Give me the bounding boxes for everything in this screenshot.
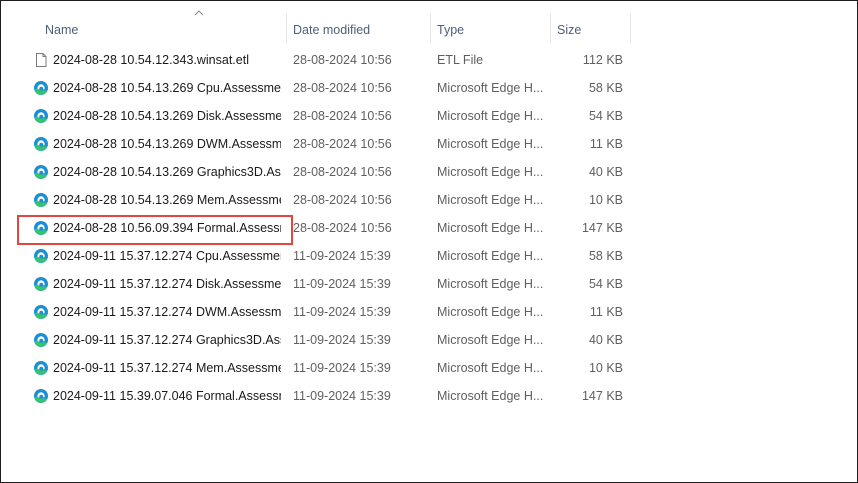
file-size: 54 KB bbox=[588, 277, 623, 291]
column-header-size[interactable]: Size bbox=[551, 1, 631, 43]
edge-icon bbox=[34, 361, 48, 375]
file-date-modified: 11-09-2024 15:39 bbox=[293, 333, 391, 347]
file-type: Microsoft Edge H... bbox=[437, 193, 544, 207]
file-name: 2024-08-28 10.54.13.269 Mem.Assessmen... bbox=[53, 193, 281, 207]
file-name: 2024-08-28 10.54.13.269 Cpu.Assessment .… bbox=[53, 81, 281, 95]
file-date-modified: 11-09-2024 15:39 bbox=[293, 361, 391, 375]
file-size: 147 KB bbox=[581, 389, 623, 403]
file-date-modified: 11-09-2024 15:39 bbox=[293, 389, 391, 403]
column-header-row: Name Date modified Type Size bbox=[1, 1, 631, 43]
file-name: 2024-08-28 10.54.12.343.winsat.etl bbox=[53, 53, 249, 67]
file-row[interactable]: 2024-09-11 15.37.12.274 Disk.Assessment … bbox=[1, 270, 631, 298]
column-header-name[interactable]: Name bbox=[39, 1, 287, 43]
column-header-type[interactable]: Type bbox=[431, 1, 551, 43]
file-type: Microsoft Edge H... bbox=[437, 165, 544, 179]
file-size: 40 KB bbox=[588, 165, 623, 179]
file-size: 58 KB bbox=[588, 81, 623, 95]
file-name: 2024-09-11 15.37.12.274 DWM.Assessme... bbox=[53, 305, 281, 319]
file-name: 2024-09-11 15.37.12.274 Graphics3D.Asse.… bbox=[53, 333, 281, 347]
file-row[interactable]: 2024-08-28 10.54.13.269 Graphics3D.Asse.… bbox=[1, 158, 631, 186]
file-size: 54 KB bbox=[588, 109, 623, 123]
file-type: Microsoft Edge H... bbox=[437, 221, 544, 235]
file-name: 2024-09-11 15.37.12.274 Mem.Assessmen... bbox=[53, 361, 281, 375]
column-header-date-modified[interactable]: Date modified bbox=[287, 1, 431, 43]
file-date-modified: 28-08-2024 10:56 bbox=[293, 53, 392, 67]
file-date-modified: 28-08-2024 10:56 bbox=[293, 193, 392, 207]
file-size: 11 KB bbox=[589, 305, 623, 319]
file-date-modified: 28-08-2024 10:56 bbox=[293, 165, 392, 179]
edge-icon bbox=[34, 333, 48, 347]
file-type: Microsoft Edge H... bbox=[437, 277, 544, 291]
file-size: 112 KB bbox=[582, 53, 623, 67]
file-date-modified: 11-09-2024 15:39 bbox=[293, 277, 391, 291]
column-header-name-label: Name bbox=[45, 23, 79, 37]
file-type: Microsoft Edge H... bbox=[437, 389, 544, 403]
chevron-up-icon bbox=[194, 10, 204, 16]
edge-icon bbox=[34, 193, 48, 207]
file-date-modified: 28-08-2024 10:56 bbox=[293, 81, 392, 95]
edge-icon bbox=[34, 165, 48, 179]
file-size: 10 KB bbox=[588, 361, 623, 375]
file-name: 2024-09-11 15.37.12.274 Cpu.Assessment .… bbox=[53, 249, 281, 263]
file-name: 2024-09-11 15.37.12.274 Disk.Assessment … bbox=[53, 277, 281, 291]
file-row[interactable]: 2024-09-11 15.37.12.274 Cpu.Assessment .… bbox=[1, 242, 631, 270]
edge-icon bbox=[34, 221, 48, 235]
file-date-modified: 28-08-2024 10:56 bbox=[293, 137, 392, 151]
edge-icon bbox=[34, 137, 48, 151]
file-icon bbox=[36, 53, 47, 67]
file-name: 2024-08-28 10.54.13.269 Disk.Assessment … bbox=[53, 109, 281, 123]
file-size: 58 KB bbox=[588, 249, 623, 263]
file-row[interactable]: 2024-08-28 10.54.13.269 Mem.Assessmen...… bbox=[1, 186, 631, 214]
edge-icon bbox=[34, 81, 48, 95]
column-header-date-label: Date modified bbox=[293, 23, 371, 37]
edge-icon bbox=[34, 389, 48, 403]
file-type: Microsoft Edge H... bbox=[437, 81, 544, 95]
file-row[interactable]: 2024-09-11 15.39.07.046 Formal.Assessm..… bbox=[1, 382, 631, 410]
file-date-modified: 28-08-2024 10:56 bbox=[293, 221, 392, 235]
file-type: Microsoft Edge H... bbox=[437, 333, 544, 347]
file-type: Microsoft Edge H... bbox=[437, 361, 544, 375]
file-date-modified: 28-08-2024 10:56 bbox=[293, 109, 392, 123]
file-row[interactable]: 2024-09-11 15.37.12.274 Mem.Assessmen...… bbox=[1, 354, 631, 382]
file-type: ETL File bbox=[437, 53, 484, 67]
file-name: 2024-08-28 10.56.09.394 Formal.Assessm..… bbox=[53, 221, 281, 235]
file-row[interactable]: 2024-08-28 10.56.09.394 Formal.Assessm..… bbox=[1, 214, 631, 242]
file-size: 147 KB bbox=[581, 221, 623, 235]
file-row[interactable]: 2024-08-28 10.54.12.343.winsat.etl 28-08-… bbox=[1, 46, 631, 74]
file-name: 2024-08-28 10.54.13.269 Graphics3D.Asse.… bbox=[53, 165, 281, 179]
edge-icon bbox=[34, 277, 48, 291]
column-divider[interactable] bbox=[630, 14, 631, 43]
file-type: Microsoft Edge H... bbox=[437, 109, 544, 123]
file-row[interactable]: 2024-08-28 10.54.13.269 DWM.Assessme... 2… bbox=[1, 130, 631, 158]
file-row[interactable]: 2024-08-28 10.54.13.269 Cpu.Assessment .… bbox=[1, 74, 631, 102]
file-explorer-window: Name Date modified Type Size 2024-08-28 … bbox=[0, 0, 858, 483]
file-name: 2024-08-28 10.54.13.269 DWM.Assessme... bbox=[53, 137, 281, 151]
file-row[interactable]: 2024-09-11 15.37.12.274 DWM.Assessme... 1… bbox=[1, 298, 631, 326]
edge-icon bbox=[34, 109, 48, 123]
file-type: Microsoft Edge H... bbox=[437, 249, 544, 263]
file-date-modified: 11-09-2024 15:39 bbox=[293, 305, 391, 319]
edge-icon bbox=[34, 305, 48, 319]
file-size: 10 KB bbox=[588, 193, 623, 207]
column-header-type-label: Type bbox=[437, 23, 465, 37]
file-row[interactable]: 2024-08-28 10.54.13.269 Disk.Assessment … bbox=[1, 102, 631, 130]
file-size: 11 KB bbox=[589, 137, 623, 151]
file-date-modified: 11-09-2024 15:39 bbox=[293, 249, 391, 263]
file-size: 40 KB bbox=[588, 333, 623, 347]
file-type: Microsoft Edge H... bbox=[437, 137, 544, 151]
edge-icon bbox=[34, 249, 48, 263]
file-row[interactable]: 2024-09-11 15.37.12.274 Graphics3D.Asse.… bbox=[1, 326, 631, 354]
file-name: 2024-09-11 15.39.07.046 Formal.Assessm..… bbox=[53, 389, 281, 403]
file-type: Microsoft Edge H... bbox=[437, 305, 544, 319]
column-header-size-label: Size bbox=[557, 23, 582, 37]
